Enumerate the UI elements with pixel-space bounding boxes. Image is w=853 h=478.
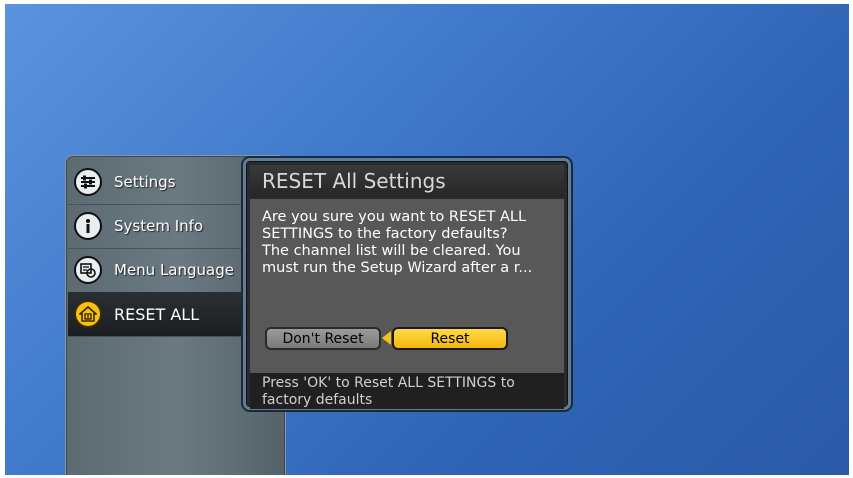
dont-reset-button[interactable]: Don't Reset [265,327,381,350]
dialog-title: RESET All Settings [250,165,564,197]
menu-item-label: System Info [114,217,204,235]
menu-item-label: RESET ALL [114,304,200,324]
dialog-message: Are you sure you want to RESET ALL SETTI… [262,209,558,277]
dialog-body: Are you sure you want to RESET ALL SETTI… [250,199,564,375]
reset-button[interactable]: Reset [392,327,508,350]
tv-screen: Settings System Info Menu Language RESET… [5,4,849,475]
reset-dialog: RESET All Settings Are you sure you want… [243,158,571,410]
confirm-question: Are you sure you want to RESET ALL SETTI… [262,209,527,242]
warning-text: The channel list will be cleared. You mu… [262,243,533,276]
menu-item-label: Menu Language [114,261,234,279]
dialog-hint: Press 'OK' to Reset ALL SETTINGS to fact… [250,373,564,409]
language-icon [74,256,102,284]
selection-arrow-icon [382,331,391,345]
settings-sliders-icon [74,168,102,196]
menu-item-label: Settings [114,173,176,191]
info-icon [74,212,102,240]
home-icon [74,300,102,328]
